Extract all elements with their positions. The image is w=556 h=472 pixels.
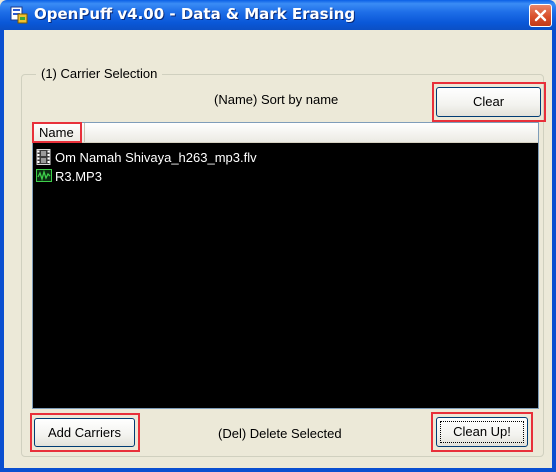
clean-up-button[interactable]: Clean Up!: [436, 417, 528, 447]
openpuff-app-icon: [10, 6, 28, 24]
window-title: OpenPuff v4.00 - Data & Mark Erasing: [34, 5, 356, 23]
window-frame-left: [0, 30, 4, 472]
carrier-list[interactable]: Name Om Namah Shivaya_h263_mp3.flv R3.MP…: [32, 122, 539, 409]
list-item-name: Om Namah Shivaya_h263_mp3.flv: [55, 150, 257, 165]
name-column-header[interactable]: Name: [33, 123, 85, 142]
list-header: Name: [33, 123, 538, 143]
window-frame-right: [552, 30, 556, 472]
video-file-icon: [36, 149, 52, 165]
clear-button[interactable]: Clear: [436, 87, 541, 117]
sort-hint-label: (Name) Sort by name: [214, 92, 339, 107]
add-carriers-button[interactable]: Add Carriers: [34, 418, 135, 447]
close-button[interactable]: [529, 4, 552, 27]
focus-rectangle: [440, 421, 524, 443]
audio-file-icon: [36, 168, 52, 184]
window-frame-bottom: [0, 468, 556, 472]
title-bar[interactable]: OpenPuff v4.00 - Data & Mark Erasing: [0, 0, 556, 30]
app-window: OpenPuff v4.00 - Data & Mark Erasing (1)…: [0, 0, 556, 472]
carrier-selection-legend: (1) Carrier Selection: [36, 66, 163, 81]
delete-hint-label: (Del) Delete Selected: [218, 426, 342, 441]
name-column-label: Name: [39, 125, 74, 140]
close-icon: [534, 9, 547, 22]
list-item-name: R3.MP3: [55, 169, 102, 184]
